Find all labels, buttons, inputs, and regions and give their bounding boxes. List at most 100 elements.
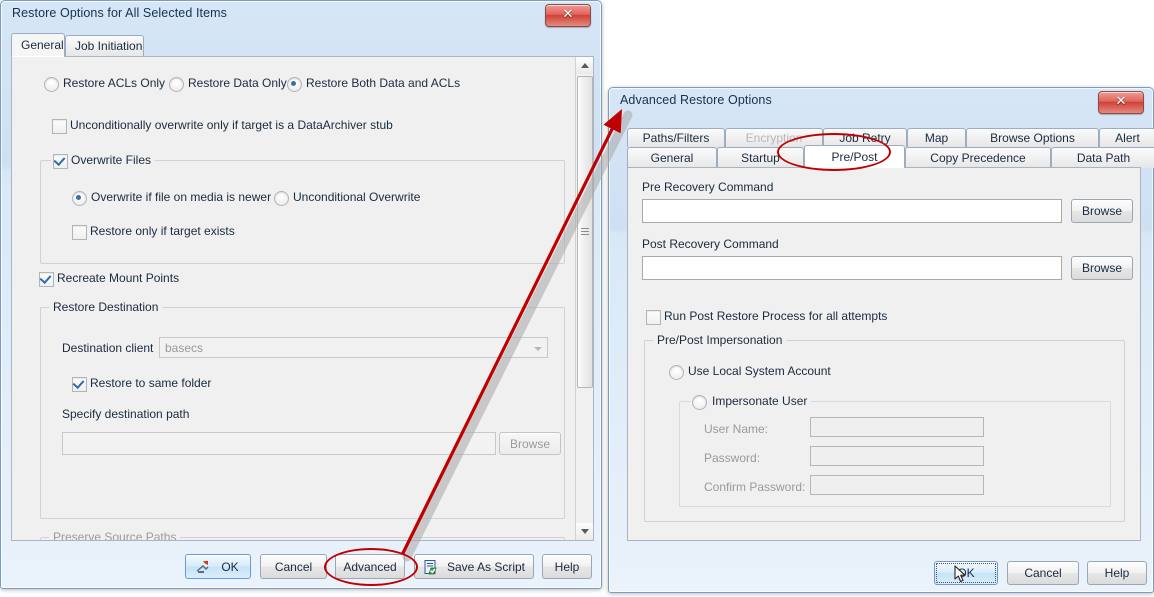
tab-job-initiation[interactable]: Job Initiation bbox=[65, 35, 144, 57]
radio-use-local-system-account[interactable] bbox=[669, 365, 684, 380]
tab-map-label: Map bbox=[924, 131, 949, 145]
label-unconditional-stub: Unconditionally overwrite only if target… bbox=[70, 118, 393, 132]
left-cancel-button[interactable]: Cancel bbox=[260, 554, 327, 579]
tab-encryption-label: Encryption bbox=[745, 131, 803, 145]
left-advanced-label: Advanced bbox=[343, 559, 397, 574]
tab-paths-filters-label: Paths/Filters bbox=[642, 131, 710, 145]
combo-destination-client[interactable]: basecs bbox=[159, 337, 548, 358]
checkbox-restore-only-if-target-exists[interactable] bbox=[72, 225, 87, 240]
input-confirm-password[interactable] bbox=[810, 475, 984, 495]
tab-startup[interactable]: Startup bbox=[717, 147, 804, 168]
close-icon[interactable] bbox=[545, 4, 591, 27]
advanced-help-button[interactable]: Help bbox=[1087, 561, 1147, 585]
checkbox-unconditional-stub[interactable] bbox=[52, 119, 67, 134]
restore-options-title: Restore Options for All Selected Items bbox=[12, 6, 228, 20]
label-password: Password: bbox=[704, 451, 761, 465]
advanced-titlebar[interactable]: Advanced Restore Options bbox=[609, 88, 1153, 116]
input-user-name[interactable] bbox=[810, 417, 984, 437]
checkbox-run-post-restore[interactable] bbox=[646, 310, 661, 325]
left-save-as-script-button[interactable]: Save As Script bbox=[414, 554, 534, 579]
radio-overwrite-if-newer[interactable] bbox=[72, 191, 87, 206]
advanced-cancel-label: Cancel bbox=[1024, 566, 1062, 580]
label-specify-destination-path: Specify destination path bbox=[62, 407, 190, 421]
tab-general[interactable]: General bbox=[627, 147, 717, 168]
checkbox-recreate-mount-points[interactable] bbox=[39, 272, 54, 287]
label-restore-acls-only: Restore ACLs Only bbox=[63, 76, 166, 90]
label-confirm-password: Confirm Password: bbox=[704, 480, 806, 494]
tab-alert[interactable]: Alert bbox=[1099, 128, 1154, 147]
left-help-button[interactable]: Help bbox=[542, 554, 592, 579]
left-cancel-label: Cancel bbox=[274, 559, 313, 574]
advanced-tabstrip-row2: General Startup Pre/Post Copy Precedence… bbox=[627, 145, 1154, 168]
left-ok-label: OK bbox=[221, 559, 239, 574]
tab-job-initiation-label: Job Initiation bbox=[75, 39, 143, 53]
browse-post-recovery-button[interactable]: Browse bbox=[1071, 256, 1133, 280]
advanced-title: Advanced Restore Options bbox=[620, 93, 772, 107]
left-ok-button[interactable]: OK bbox=[185, 554, 251, 579]
restore-options-titlebar[interactable]: Restore Options for All Selected Items bbox=[1, 1, 601, 29]
scroll-up-arrow-icon[interactable] bbox=[576, 57, 593, 74]
input-pre-recovery-command[interactable] bbox=[642, 199, 1062, 223]
label-destination-client: Destination client bbox=[62, 341, 154, 355]
group-preserve-source-paths: Preserve Source Paths Preserve 1 level f… bbox=[40, 530, 565, 540]
label-user-name: User Name: bbox=[704, 422, 769, 436]
group-restore-destination: Restore Destination Destination client b… bbox=[40, 300, 565, 519]
tab-browse-options[interactable]: Browse Options bbox=[966, 128, 1099, 147]
left-client-area: Restore ACLs Only Restore Data Only Rest… bbox=[11, 56, 594, 541]
label-run-post-restore: Run Post Restore Process for all attempt… bbox=[664, 309, 888, 323]
close-icon[interactable] bbox=[1098, 91, 1144, 114]
group-impersonate-user: Impersonate User User Name: Password: Co… bbox=[679, 394, 1111, 507]
left-scrollbar[interactable] bbox=[575, 57, 593, 540]
label-restore-same-folder: Restore to same folder bbox=[90, 376, 212, 390]
tab-general-label: General bbox=[650, 151, 694, 165]
browse-destination-label: Browse bbox=[509, 436, 550, 451]
checkbox-restore-same-folder[interactable] bbox=[72, 377, 87, 392]
tab-job-retry-label: Job Retry bbox=[839, 131, 891, 145]
advanced-cancel-button[interactable]: Cancel bbox=[1007, 561, 1079, 585]
browse-pre-recovery-button[interactable]: Browse bbox=[1071, 199, 1133, 223]
radio-impersonate-user[interactable] bbox=[692, 395, 707, 410]
advanced-tab-panel: Pre Recovery Command Browse Post Recover… bbox=[627, 167, 1141, 541]
label-use-local-system-account: Use Local System Account bbox=[688, 364, 831, 378]
restore-options-dialog: Restore Options for All Selected Items G… bbox=[0, 0, 602, 589]
chevron-down-icon bbox=[534, 347, 542, 351]
group-preserve-source-paths-label: Preserve Source Paths bbox=[49, 530, 181, 540]
radio-restore-both[interactable] bbox=[287, 77, 302, 92]
group-overwrite-files: Overwrite Files Overwrite if file on med… bbox=[40, 153, 565, 264]
radio-restore-data-only[interactable] bbox=[169, 77, 184, 92]
scrollbar-thumb[interactable] bbox=[577, 76, 593, 388]
tab-data-path[interactable]: Data Path bbox=[1051, 147, 1154, 168]
tab-general-label: General bbox=[21, 38, 64, 52]
group-impersonate-user-label: Impersonate User bbox=[690, 394, 812, 408]
browse-post-recovery-label: Browse bbox=[1081, 261, 1122, 275]
checkbox-overwrite-files[interactable] bbox=[53, 154, 68, 169]
browse-destination-button[interactable]: Browse bbox=[499, 432, 561, 455]
left-help-label: Help bbox=[554, 559, 580, 574]
label-pre-recovery-command: Pre Recovery Command bbox=[642, 180, 774, 194]
label-unconditional-overwrite: Unconditional Overwrite bbox=[293, 190, 421, 204]
tab-pre-post[interactable]: Pre/Post bbox=[804, 145, 905, 168]
tab-map[interactable]: Map bbox=[907, 128, 966, 147]
input-destination-path[interactable] bbox=[62, 432, 496, 455]
group-pre-post-impersonation: Pre/Post Impersonation Use Local System … bbox=[644, 333, 1125, 522]
left-advanced-button[interactable]: Advanced bbox=[335, 554, 405, 579]
group-overwrite-files-title: Overwrite Files bbox=[71, 153, 152, 167]
browse-pre-recovery-label: Browse bbox=[1081, 204, 1122, 218]
tab-copy-precedence-label: Copy Precedence bbox=[930, 151, 1026, 165]
radio-restore-acls-only[interactable] bbox=[44, 77, 59, 92]
label-restore-only-if-target-exists: Restore only if target exists bbox=[90, 224, 235, 238]
combo-destination-client-value: basecs bbox=[165, 341, 204, 355]
tab-paths-filters[interactable]: Paths/Filters bbox=[627, 128, 725, 147]
advanced-help-label: Help bbox=[1104, 566, 1130, 580]
scroll-down-arrow-icon[interactable] bbox=[576, 523, 593, 540]
left-tabstrip: General Job Initiation bbox=[11, 33, 591, 57]
tab-data-path-label: Data Path bbox=[1076, 151, 1131, 165]
label-recreate-mount-points: Recreate Mount Points bbox=[57, 271, 180, 285]
tab-alert-label: Alert bbox=[1115, 131, 1140, 145]
input-post-recovery-command[interactable] bbox=[642, 256, 1062, 280]
tab-general[interactable]: General bbox=[11, 33, 65, 57]
radio-unconditional-overwrite[interactable] bbox=[274, 191, 289, 206]
input-password[interactable] bbox=[810, 446, 984, 466]
tab-copy-precedence[interactable]: Copy Precedence bbox=[905, 147, 1051, 168]
group-restore-destination-label: Restore Destination bbox=[49, 300, 163, 314]
